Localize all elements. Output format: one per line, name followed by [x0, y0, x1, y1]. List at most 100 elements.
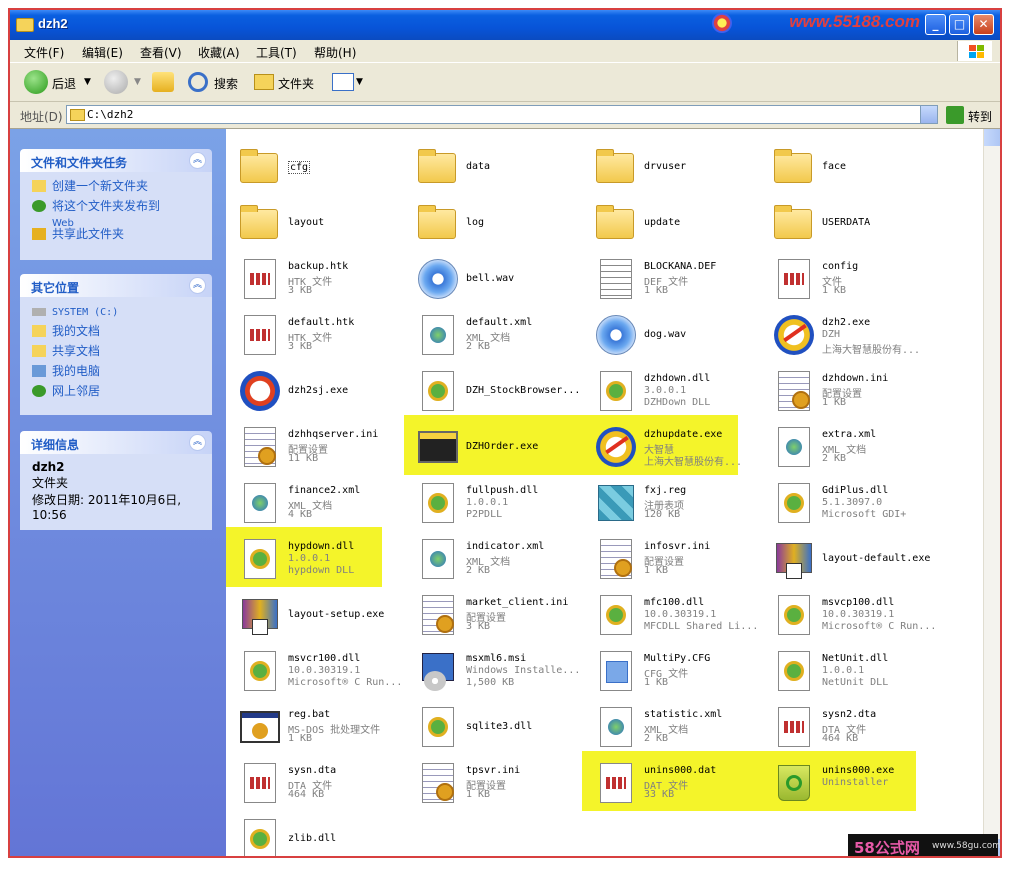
- file-item[interactable]: dzhhqserver.ini 配置设置 11 KB: [232, 421, 402, 473]
- publish-web-link[interactable]: 将这个文件夹发布到 Web: [20, 198, 212, 229]
- views-icon[interactable]: [332, 73, 354, 91]
- file-item[interactable]: unins000.dat DAT 文件 33 KB: [588, 757, 758, 809]
- other-places-header[interactable]: 其它位置 ︽: [20, 274, 212, 297]
- file-item[interactable]: layout: [232, 197, 402, 249]
- search-button[interactable]: 搜索: [214, 75, 238, 92]
- file-item[interactable]: msxml6.msi Windows Installe... 1,500 KB: [410, 645, 580, 697]
- file-item[interactable]: layout-setup.exe: [232, 589, 402, 641]
- address-input[interactable]: C:\dzh2: [66, 105, 938, 124]
- menu-favorites[interactable]: 收藏(A): [198, 44, 240, 61]
- go-arrow-icon[interactable]: [946, 106, 964, 124]
- file-item[interactable]: NetUnit.dll 1.0.0.1 NetUnit DLL: [766, 645, 936, 697]
- file-item[interactable]: dzhdown.dll 3.0.0.1 DZHDown DLL: [588, 365, 758, 417]
- place-my-documents[interactable]: 我的文档: [20, 323, 212, 343]
- file-item[interactable]: sqlite3.dll: [410, 701, 580, 753]
- file-item[interactable]: MultiPy.CFG CFG 文件 1 KB: [588, 645, 758, 697]
- menu-tools[interactable]: 工具(T): [256, 44, 297, 61]
- forward-arrow-icon[interactable]: [104, 70, 128, 94]
- file-item[interactable]: indicator.xml XML 文档 2 KB: [410, 533, 580, 585]
- file-size: MFCDLL Shared Li...: [644, 621, 759, 632]
- file-item[interactable]: default.htk HTK 文件 3 KB: [232, 309, 402, 361]
- file-item[interactable]: layout-default.exe: [766, 533, 936, 585]
- file-item[interactable]: dzhdown.ini 配置设置 1 KB: [766, 365, 936, 417]
- forward-dropdown-icon[interactable]: ▼: [134, 77, 141, 87]
- file-item[interactable]: USERDATA: [766, 197, 936, 249]
- place-my-computer[interactable]: 我的电脑: [20, 363, 212, 383]
- back-dropdown-icon[interactable]: ▼: [84, 77, 91, 87]
- file-size: 2 KB: [644, 733, 669, 744]
- doc-file-icon: [238, 257, 282, 301]
- file-item[interactable]: backup.htk HTK 文件 3 KB: [232, 253, 402, 305]
- folders-icon[interactable]: [254, 74, 274, 90]
- details-header[interactable]: 详细信息 ︽: [20, 431, 212, 454]
- file-item[interactable]: mfc100.dll 10.0.30319.1 MFCDLL Shared Li..…: [588, 589, 758, 641]
- globe-icon: [32, 200, 46, 212]
- file-item[interactable]: config 文件 1 KB: [766, 253, 936, 305]
- vertical-scrollbar[interactable]: [983, 129, 1000, 856]
- collapse-icon[interactable]: ︽: [189, 277, 206, 294]
- file-item[interactable]: sysn.dta DTA 文件 464 KB: [232, 757, 402, 809]
- folders-button[interactable]: 文件夹: [278, 75, 314, 92]
- file-item[interactable]: GdiPlus.dll 5.1.3097.0 Microsoft GDI+: [766, 477, 936, 529]
- file-item[interactable]: cfg: [232, 141, 402, 193]
- file-item[interactable]: tpsvr.ini 配置设置 1 KB: [410, 757, 580, 809]
- place-network[interactable]: 网上邻居: [20, 383, 212, 403]
- place-system-drive[interactable]: SYSTEM (C:): [20, 303, 212, 323]
- maximize-button[interactable]: □: [949, 14, 970, 35]
- menu-edit[interactable]: 编辑(E): [82, 44, 123, 61]
- file-item[interactable]: DZH_StockBrowser...: [410, 365, 580, 417]
- up-folder-icon[interactable]: [152, 72, 174, 92]
- menu-view[interactable]: 查看(V): [140, 44, 182, 61]
- folder-icon: [70, 109, 85, 121]
- file-item[interactable]: dzh2.exe DZH 上海大智慧股份有...: [766, 309, 936, 361]
- file-item[interactable]: sysn2.dta DTA 文件 464 KB: [766, 701, 936, 753]
- documents-icon: [32, 325, 46, 337]
- address-dropdown-icon[interactable]: [920, 106, 937, 123]
- search-icon[interactable]: [188, 72, 208, 92]
- share-folder-link[interactable]: 共享此文件夹: [20, 226, 212, 246]
- file-item[interactable]: msvcr100.dll 10.0.30319.1 Microsoft® C Run…: [232, 645, 402, 697]
- file-item[interactable]: msvcp100.dll 10.0.30319.1 Microsoft® C Run…: [766, 589, 936, 641]
- file-item[interactable]: infosvr.ini 配置设置 1 KB: [588, 533, 758, 585]
- scroll-up-button[interactable]: [984, 129, 1000, 146]
- menu-file[interactable]: 文件(F): [24, 44, 64, 61]
- file-item[interactable]: unins000.exe Uninstaller: [766, 757, 936, 809]
- file-item[interactable]: zlib.dll: [232, 813, 402, 856]
- file-item[interactable]: bell.wav: [410, 253, 580, 305]
- file-item[interactable]: fullpush.dll 1.0.0.1 P2PDLL: [410, 477, 580, 529]
- collapse-icon[interactable]: ︽: [189, 434, 206, 451]
- file-item[interactable]: extra.xml XML 文档 2 KB: [766, 421, 936, 473]
- close-button[interactable]: ✕: [973, 14, 994, 35]
- file-item[interactable]: reg.bat MS-DOS 批处理文件 1 KB: [232, 701, 402, 753]
- file-item[interactable]: drvuser: [588, 141, 758, 193]
- file-item[interactable]: dzhupdate.exe 大智慧 上海大智慧股份有...: [588, 421, 758, 473]
- file-item[interactable]: default.xml XML 文档 2 KB: [410, 309, 580, 361]
- doc-file-icon: [238, 313, 282, 357]
- file-item[interactable]: fxj.reg 注册表项 120 KB: [588, 477, 758, 529]
- collapse-icon[interactable]: ︽: [189, 152, 206, 169]
- file-tasks-header[interactable]: 文件和文件夹任务 ︽: [20, 149, 212, 172]
- file-item[interactable]: BLOCKANA.DEF DEF 文件 1 KB: [588, 253, 758, 305]
- title-bar[interactable]: dzh2 www.55188.com _ □ ✕: [10, 10, 1000, 40]
- go-button[interactable]: 转到: [968, 108, 992, 125]
- file-item[interactable]: update: [588, 197, 758, 249]
- menu-help[interactable]: 帮助(H): [314, 44, 356, 61]
- place-shared-documents[interactable]: 共享文档: [20, 343, 212, 363]
- file-item[interactable]: dzh2sj.exe: [232, 365, 402, 417]
- xml-file-icon: [594, 705, 638, 749]
- file-item[interactable]: data: [410, 141, 580, 193]
- minimize-button[interactable]: _: [925, 14, 946, 35]
- file-item[interactable]: log: [410, 197, 580, 249]
- other-places-title: 其它位置: [31, 281, 80, 295]
- file-item[interactable]: face: [766, 141, 936, 193]
- file-item[interactable]: hypdown.dll 1.0.0.1 hypdown DLL: [232, 533, 402, 585]
- file-item[interactable]: statistic.xml XML 文档 2 KB: [588, 701, 758, 753]
- file-item[interactable]: dog.wav: [588, 309, 758, 361]
- file-item[interactable]: finance2.xml XML 文档 4 KB: [232, 477, 402, 529]
- back-button[interactable]: 后退: [52, 75, 76, 92]
- file-item[interactable]: market_client.ini 配置设置 3 KB: [410, 589, 580, 641]
- file-item[interactable]: DZHOrder.exe: [410, 421, 580, 473]
- views-dropdown-icon[interactable]: ▼: [356, 77, 363, 87]
- new-folder-link[interactable]: 创建一个新文件夹: [20, 178, 212, 198]
- back-arrow-icon[interactable]: [24, 70, 48, 94]
